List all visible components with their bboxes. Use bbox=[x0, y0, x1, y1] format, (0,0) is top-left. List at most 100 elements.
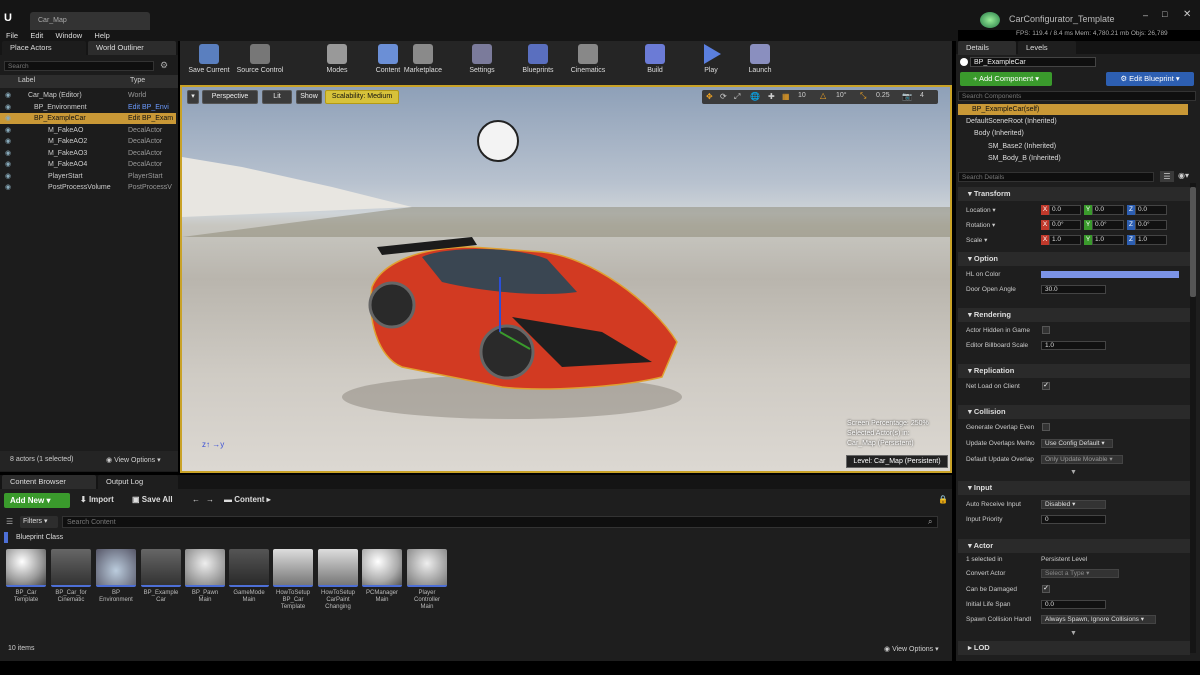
asset-tile[interactable]: HowToSetup CarPaint Changing bbox=[318, 549, 358, 611]
forward-icon[interactable]: → bbox=[206, 495, 214, 504]
level-tab[interactable]: Car_Map bbox=[30, 12, 150, 30]
transform-rot-z-field[interactable]: 0.0° bbox=[1135, 220, 1167, 230]
save-all-button[interactable]: ▣ Save All bbox=[132, 495, 173, 504]
search-details-input[interactable]: Search Details bbox=[958, 172, 1154, 182]
transform-scl-z-field[interactable]: 1.0 bbox=[1135, 235, 1167, 245]
visibility-eye-icon[interactable]: ◉ bbox=[5, 182, 11, 193]
add-component-button[interactable]: + Add Component ▾ bbox=[960, 72, 1052, 86]
visibility-eye-icon[interactable]: ◉ bbox=[5, 159, 11, 170]
scale-icon[interactable]: ⤢ bbox=[734, 92, 740, 102]
grid-size[interactable]: 10 bbox=[798, 92, 806, 99]
camera-speed-icon[interactable]: 📷 bbox=[902, 92, 912, 101]
outliner-row[interactable]: ◉ M_FakeAO2 DecalActor bbox=[0, 136, 176, 147]
angle-size[interactable]: 10° bbox=[836, 92, 847, 99]
visibility-eye-icon[interactable]: ◉ bbox=[5, 90, 11, 101]
transform-loc-x-field[interactable]: 0.0 bbox=[1049, 205, 1081, 215]
col-label[interactable]: Label bbox=[18, 77, 35, 84]
component-item[interactable]: Body (Inherited) bbox=[974, 128, 1024, 139]
grid-snap-icon[interactable]: ▦ bbox=[782, 92, 790, 101]
details-scrollbar-thumb[interactable] bbox=[1190, 187, 1196, 297]
visibility-eye-icon[interactable]: ◉ bbox=[5, 102, 11, 113]
scale-snap-icon[interactable]: ⤡ bbox=[860, 91, 866, 101]
edit-blueprint-button[interactable]: ⚙ Edit Blueprint ▾ bbox=[1106, 72, 1194, 86]
gen-overlap-checkbox[interactable] bbox=[1042, 423, 1050, 431]
outliner-row[interactable]: ◉ PostProcessVolume PostProcessV bbox=[0, 182, 176, 193]
content-search-input[interactable]: Search Content bbox=[62, 516, 938, 528]
transform-loc-z-field[interactable]: 0.0 bbox=[1135, 205, 1167, 215]
component-item[interactable]: SM_Body_B (Inherited) bbox=[988, 153, 1061, 164]
tab-output-log[interactable]: Output Log bbox=[98, 475, 178, 489]
import-button[interactable]: ⬇ Import bbox=[80, 495, 114, 504]
outliner-row[interactable]: ◉ M_FakeAO DecalActor bbox=[0, 125, 176, 136]
filters-button[interactable]: Filters ▾ bbox=[20, 516, 58, 528]
details-scrollbar[interactable] bbox=[1190, 183, 1196, 653]
component-item[interactable]: DefaultSceneRoot (Inherited) bbox=[966, 116, 1057, 127]
show-button[interactable]: Show bbox=[296, 90, 322, 104]
can-damage-checkbox[interactable]: ✓ bbox=[1042, 585, 1050, 593]
asset-tile[interactable]: BP Environment bbox=[96, 549, 136, 604]
collision-expand-icon[interactable]: ▼ bbox=[1070, 469, 1077, 476]
update-overlaps-dropdown[interactable]: Use Config Default ▾ bbox=[1041, 439, 1113, 448]
hidden-checkbox[interactable] bbox=[1042, 326, 1050, 334]
close-icon[interactable]: ✕ bbox=[1183, 9, 1191, 20]
asset-tile[interactable]: GameMode Main bbox=[229, 549, 269, 604]
maximize-icon[interactable]: □ bbox=[1162, 9, 1167, 19]
play-button[interactable]: Play bbox=[687, 44, 735, 74]
scalability-badge[interactable]: Scalability: Medium bbox=[325, 90, 399, 104]
section-rendering[interactable]: ▾ Rendering bbox=[958, 308, 1190, 322]
outliner-row[interactable]: ◉ BP_Environment Edit BP_Envi bbox=[0, 102, 176, 113]
visibility-eye-icon[interactable]: ◉ bbox=[5, 148, 11, 159]
transform-scl-y-field[interactable]: 1.0 bbox=[1092, 235, 1124, 245]
marketplace-button[interactable]: Marketplace bbox=[399, 44, 447, 74]
menu-window[interactable]: Window bbox=[56, 30, 83, 41]
modes-button[interactable]: Modes bbox=[313, 44, 361, 74]
tab-place-actors[interactable]: Place Actors bbox=[2, 41, 86, 55]
menu-edit[interactable]: Edit bbox=[30, 30, 43, 41]
transform-loc-y-field[interactable]: 0.0 bbox=[1092, 205, 1124, 215]
section-replication[interactable]: ▾ Replication bbox=[958, 364, 1190, 378]
settings-button[interactable]: Settings bbox=[458, 44, 506, 74]
asset-tile[interactable]: PCManager Main bbox=[362, 549, 402, 604]
visibility-eye-icon[interactable]: ◉ bbox=[5, 113, 11, 124]
viewport-menu-button[interactable]: ▾ bbox=[187, 90, 199, 104]
back-icon[interactable]: ← bbox=[192, 495, 200, 504]
world-icon[interactable]: 🌐 bbox=[750, 92, 760, 101]
billboard-field[interactable]: 1.0 bbox=[1041, 341, 1106, 350]
asset-tile[interactable]: HowToSetup BP_Car Template bbox=[273, 549, 313, 611]
section-transform[interactable]: ▾ Transform bbox=[958, 187, 1190, 201]
lifespan-field[interactable]: 0.0 bbox=[1041, 600, 1106, 609]
snap-surface-icon[interactable]: ✚ bbox=[768, 92, 775, 101]
actor-name-field[interactable]: BP_ExampleCar bbox=[970, 57, 1096, 67]
outliner-row[interactable]: ◉ M_FakeAO3 DecalActor bbox=[0, 148, 176, 159]
move-icon[interactable]: ✥ bbox=[706, 92, 713, 101]
transform-scl-x-field[interactable]: 1.0 bbox=[1049, 235, 1081, 245]
transform-rot-y-field[interactable]: 0.0° bbox=[1092, 220, 1124, 230]
search-components-input[interactable]: Search Components bbox=[958, 91, 1196, 101]
cinematics-button[interactable]: Cinematics bbox=[564, 44, 612, 74]
section-collision[interactable]: ▾ Collision bbox=[958, 405, 1190, 419]
menu-help[interactable]: Help bbox=[94, 30, 109, 41]
section-lod[interactable]: ▸ LOD bbox=[958, 641, 1190, 655]
auto-receive-dropdown[interactable]: Disabled ▾ bbox=[1041, 500, 1106, 509]
component-item[interactable]: BP_ExampleCar(self) bbox=[958, 104, 1188, 115]
outliner-row[interactable]: ◉ M_FakeAO4 DecalActor bbox=[0, 159, 176, 170]
rotate-icon[interactable]: ⟳ bbox=[720, 92, 727, 101]
net-load-checkbox[interactable]: ✓ bbox=[1042, 382, 1050, 390]
actor-expand-icon[interactable]: ▼ bbox=[1070, 630, 1077, 637]
visibility-eye-icon[interactable]: ◉ bbox=[5, 136, 11, 147]
blueprints-button[interactable]: Blueprints bbox=[514, 44, 562, 74]
asset-tile[interactable]: BP_Car Template bbox=[6, 549, 46, 604]
visibility-eye-icon[interactable]: ◉ bbox=[5, 171, 11, 182]
door-angle-field[interactable]: 30.0 bbox=[1041, 285, 1106, 294]
launch-button[interactable]: Launch bbox=[736, 44, 784, 74]
outliner-view-options[interactable]: ◉ View Options ▾ bbox=[106, 456, 161, 464]
hl-color-swatch[interactable] bbox=[1041, 271, 1179, 278]
lit-button[interactable]: Lit bbox=[262, 90, 292, 104]
angle-snap-icon[interactable]: △ bbox=[820, 91, 826, 100]
scale-snap-size[interactable]: 0.25 bbox=[876, 92, 890, 99]
default-update-dropdown[interactable]: Only Update Movable ▾ bbox=[1041, 455, 1123, 464]
component-item[interactable]: SM_Base2 (Inherited) bbox=[988, 141, 1056, 152]
lock-icon[interactable]: 🔒 bbox=[938, 495, 948, 504]
outliner-search-input[interactable]: Search bbox=[4, 61, 154, 71]
asset-tile[interactable]: BP_Pawn Main bbox=[185, 549, 225, 604]
